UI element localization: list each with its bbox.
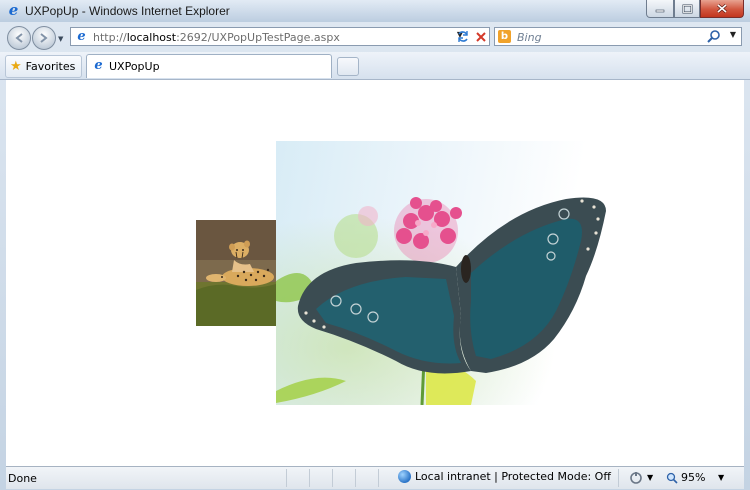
navigation-bar: ▼ e http://localhost:2692/UXPopUpTestPag… [0,22,750,52]
arrow-right-icon [40,33,48,43]
globe-icon [398,470,411,483]
ie-logo-icon: e [8,1,19,19]
security-zone[interactable]: Local intranet | Protected Mode: Off [398,470,611,483]
new-tab-button[interactable] [337,57,359,76]
refresh-button[interactable] [455,29,471,44]
addons-dropdown[interactable]: ▼ [647,473,653,482]
cheetah-image [196,220,276,326]
page-icon: e [94,58,103,73]
close-icon [476,31,486,42]
status-panels [286,469,401,487]
title-bar: e UXPopUp - Windows Internet Explorer [0,0,750,22]
search-options-dropdown[interactable]: ▼ [730,30,736,39]
bing-icon: b [498,30,511,43]
window-controls [646,0,744,18]
address-bar[interactable]: e http://localhost:2692/UXPopUpTestPage.… [70,27,490,46]
favorites-button[interactable]: ★ Favorites [5,55,83,78]
back-button[interactable] [7,26,31,50]
recent-pages-dropdown[interactable]: ▼ [58,35,63,43]
favorites-bar: ★ Favorites e UXPopUp [0,52,750,80]
status-bar: Done Local intranet | Protected Mode: Of… [6,466,744,489]
tab-uxpopup[interactable]: e UXPopUp [86,54,332,78]
browser-window: e UXPopUp - Windows Internet Explorer ▼ … [0,0,750,490]
butterfly-photo[interactable] [276,141,674,405]
page-icon: e [77,29,86,44]
search-box[interactable]: b Bing ▼ [494,27,742,46]
cheetah-thumbnail[interactable] [196,220,276,326]
page-content [6,80,744,466]
status-divider [618,469,619,487]
favorites-label: Favorites [25,60,76,73]
butterfly-image [276,197,606,405]
address-url[interactable]: http://localhost:2692/UXPopUpTestPage.as… [93,31,340,44]
zoom-dropdown[interactable]: ▼ [718,473,724,482]
close-button[interactable] [700,0,744,18]
search-icon[interactable] [707,29,721,44]
arrow-left-icon [15,33,23,43]
forward-button[interactable] [32,26,56,50]
stop-button[interactable] [473,29,489,44]
minimize-button[interactable] [646,0,674,18]
refresh-icon [458,31,468,42]
status-text: Done [8,472,37,485]
zoom-control[interactable]: 95% [666,471,705,484]
zone-text: Local intranet | Protected Mode: Off [415,470,611,483]
window-title: UXPopUp - Windows Internet Explorer [25,4,230,18]
search-placeholder: Bing [517,31,542,44]
manage-addons-icon[interactable] [629,471,643,484]
tab-label: UXPopUp [109,60,160,73]
magnifier-icon [666,472,678,484]
star-icon: ★ [10,59,22,74]
maximize-button[interactable] [674,0,700,18]
zoom-level: 95% [681,471,706,484]
